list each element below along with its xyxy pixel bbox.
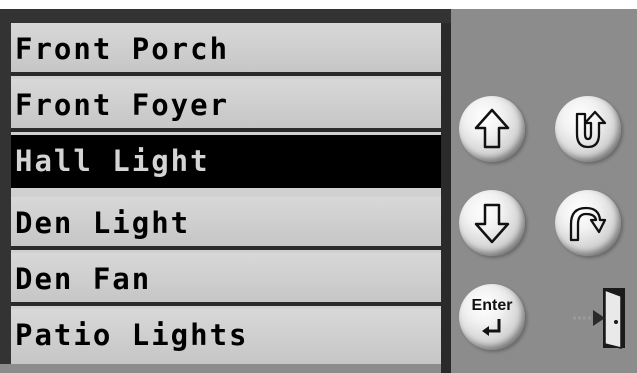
exit-button[interactable]	[567, 282, 633, 354]
scroll-down-button[interactable]	[459, 190, 525, 256]
arch-arrow-button[interactable]	[555, 190, 621, 256]
arrow-down-icon	[474, 203, 510, 244]
list-item-label: Patio Lights	[15, 318, 249, 352]
arch-arrow-icon	[569, 206, 607, 242]
device-list-panel: Front Porch Front Foyer Hall Light Den L…	[0, 9, 451, 373]
list-item-hall-light[interactable]: Hall Light	[11, 135, 442, 188]
list-item-label: Hall Light	[15, 144, 210, 178]
u-turn-button[interactable]	[555, 96, 621, 162]
top-strip	[0, 0, 637, 9]
list-item-label: Den Fan	[15, 262, 152, 296]
list-scroll-rail	[441, 23, 451, 373]
list-item-front-porch[interactable]: Front Porch	[11, 23, 442, 76]
enter-return-icon	[482, 319, 501, 336]
device-list: Front Porch Front Foyer Hall Light Den L…	[11, 23, 442, 364]
scroll-up-button[interactable]	[459, 96, 525, 162]
exit-door-icon	[573, 288, 625, 349]
arrow-up-icon	[474, 108, 510, 149]
list-item-label: Front Foyer	[15, 88, 230, 122]
list-item-front-foyer[interactable]: Front Foyer	[11, 79, 442, 132]
list-item-den-light[interactable]: Den Light	[11, 197, 442, 250]
list-item-den-fan[interactable]: Den Fan	[11, 253, 442, 306]
enter-button[interactable]: Enter	[459, 284, 525, 350]
list-item-patio-lights[interactable]: Patio Lights	[11, 309, 442, 364]
list-item-label: Front Porch	[15, 32, 230, 66]
u-turn-icon	[575, 110, 607, 149]
list-item-label: Den Light	[15, 206, 191, 240]
